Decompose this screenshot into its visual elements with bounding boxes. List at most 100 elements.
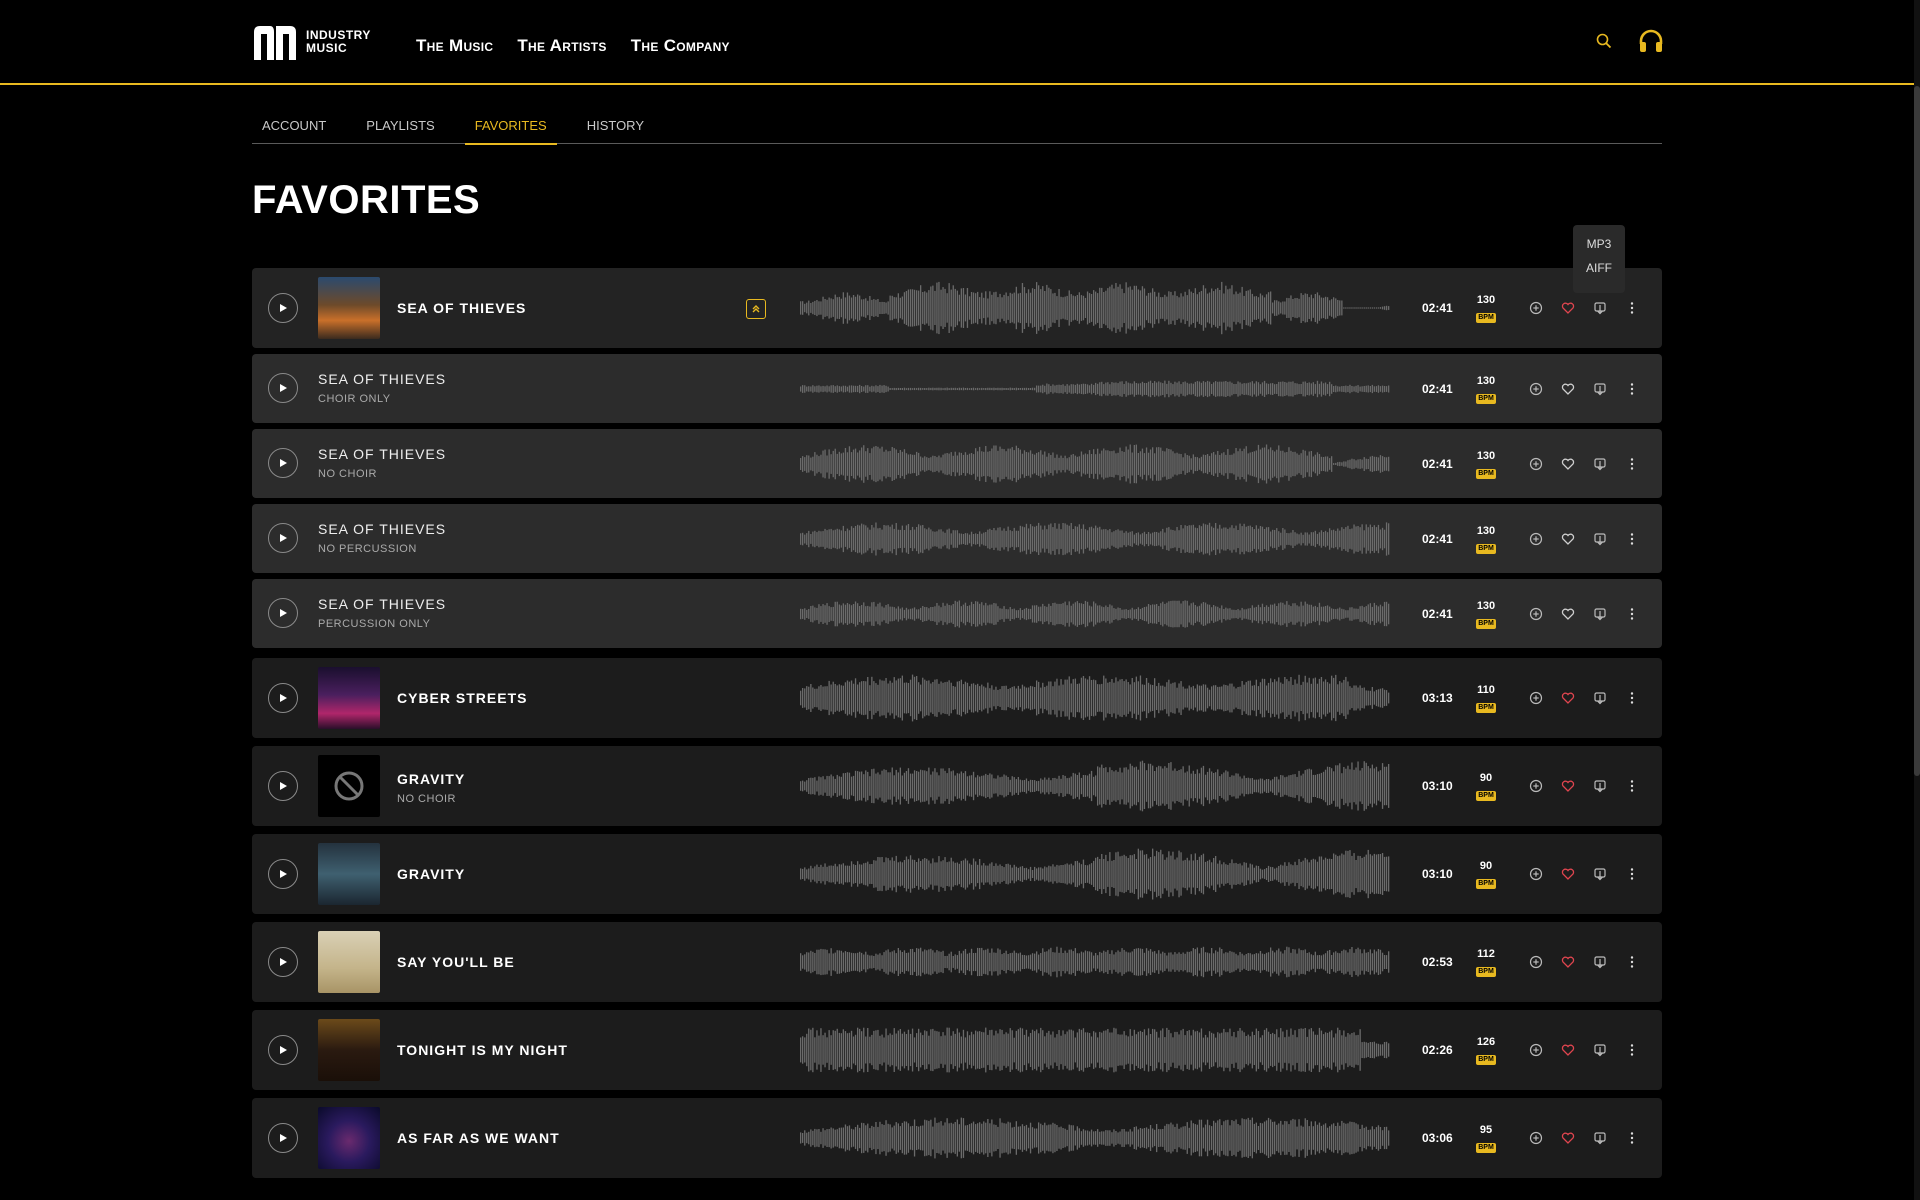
download-option-mp3[interactable]: MP3 <box>1573 237 1625 261</box>
heart-icon[interactable] <box>1560 866 1576 882</box>
waveform[interactable] <box>800 1022 1390 1078</box>
download-icon[interactable] <box>1592 1130 1608 1146</box>
play-button[interactable] <box>268 1123 298 1153</box>
more-options-icon[interactable] <box>1624 690 1640 706</box>
track-row[interactable]: SEA OF THIEVES 02:41 130 BPM <box>252 268 1662 348</box>
heart-icon[interactable] <box>1560 381 1576 397</box>
more-options-icon[interactable] <box>1624 300 1640 316</box>
add-to-playlist-icon[interactable] <box>1528 456 1544 472</box>
add-to-playlist-icon[interactable] <box>1528 1130 1544 1146</box>
track-title[interactable]: SEA OF THIEVES <box>318 371 446 387</box>
add-to-playlist-icon[interactable] <box>1528 606 1544 622</box>
heart-icon[interactable] <box>1560 778 1576 794</box>
download-icon[interactable] <box>1592 866 1608 882</box>
industry-music-logo[interactable]: INDUSTRY MUSIC <box>252 22 371 62</box>
more-options-icon[interactable] <box>1624 778 1640 794</box>
heart-icon[interactable] <box>1560 456 1576 472</box>
download-icon[interactable] <box>1592 300 1608 316</box>
play-button[interactable] <box>268 598 298 628</box>
add-to-playlist-icon[interactable] <box>1528 300 1544 316</box>
waveform[interactable] <box>800 280 1390 336</box>
more-options-icon[interactable] <box>1624 1042 1640 1058</box>
heart-icon[interactable] <box>1560 1130 1576 1146</box>
tab-account[interactable]: ACCOUNT <box>252 112 336 144</box>
track-version-row[interactable]: SEA OF THIEVES CHOIR ONLY 02:41 130 BPM <box>252 354 1662 423</box>
nav-the-company[interactable]: The Company <box>631 36 730 56</box>
heart-icon[interactable] <box>1560 300 1576 316</box>
waveform[interactable] <box>800 758 1390 814</box>
tab-playlists[interactable]: PLAYLISTS <box>356 112 444 144</box>
more-options-icon[interactable] <box>1624 606 1640 622</box>
track-title[interactable]: AS FAR AS WE WANT <box>397 1130 560 1146</box>
play-button[interactable] <box>268 771 298 801</box>
heart-icon[interactable] <box>1560 954 1576 970</box>
track-version-row[interactable]: SEA OF THIEVES PERCUSSION ONLY 02:41 130 BPM <box>252 579 1662 648</box>
more-options-icon[interactable] <box>1624 531 1640 547</box>
waveform[interactable] <box>800 511 1390 567</box>
heart-icon[interactable] <box>1560 531 1576 547</box>
tab-favorites[interactable]: FAVORITES <box>464 112 557 145</box>
waveform[interactable] <box>800 1110 1390 1166</box>
track-version-row[interactable]: SEA OF THIEVES NO PERCUSSION 02:41 130 BPM <box>252 504 1662 573</box>
page-scrollbar[interactable] <box>1914 0 1920 1200</box>
download-icon[interactable] <box>1592 531 1608 547</box>
track-row[interactable]: CYBER STREETS 03:13 110 BPM <box>252 658 1662 738</box>
headphones-icon[interactable] <box>1638 28 1664 54</box>
nav-the-artists[interactable]: The Artists <box>517 36 606 56</box>
more-options-icon[interactable] <box>1624 954 1640 970</box>
track-title[interactable]: SEA OF THIEVES <box>397 300 526 316</box>
scrollbar-thumb[interactable] <box>1914 86 1920 776</box>
add-to-playlist-icon[interactable] <box>1528 778 1544 794</box>
play-button[interactable] <box>268 683 298 713</box>
download-icon[interactable] <box>1592 1042 1608 1058</box>
add-to-playlist-icon[interactable] <box>1528 690 1544 706</box>
heart-icon[interactable] <box>1560 690 1576 706</box>
track-row[interactable]: SAY YOU'LL BE 02:53 112 BPM <box>252 922 1662 1002</box>
download-icon[interactable] <box>1592 456 1608 472</box>
track-version-row[interactable]: SEA OF THIEVES NO CHOIR 02:41 130 BPM <box>252 429 1662 498</box>
track-row[interactable]: GRAVITY 03:10 90 BPM <box>252 834 1662 914</box>
more-options-icon[interactable] <box>1624 456 1640 472</box>
add-to-playlist-icon[interactable] <box>1528 866 1544 882</box>
heart-icon[interactable] <box>1560 606 1576 622</box>
play-button[interactable] <box>268 448 298 478</box>
add-to-playlist-icon[interactable] <box>1528 531 1544 547</box>
play-button[interactable] <box>268 1035 298 1065</box>
waveform[interactable] <box>800 586 1390 642</box>
waveform[interactable] <box>800 361 1390 417</box>
waveform[interactable] <box>800 846 1390 902</box>
play-button[interactable] <box>268 947 298 977</box>
download-option-aiff[interactable]: AIFF <box>1573 261 1625 285</box>
track-row[interactable]: GRAVITY NO CHOIR 03:10 90 BPM <box>252 746 1662 826</box>
more-options-icon[interactable] <box>1624 866 1640 882</box>
track-title[interactable]: CYBER STREETS <box>397 690 527 706</box>
waveform[interactable] <box>800 436 1390 492</box>
add-to-playlist-icon[interactable] <box>1528 381 1544 397</box>
collapse-versions-icon[interactable] <box>746 299 766 319</box>
track-title[interactable]: TONIGHT IS MY NIGHT <box>397 1042 568 1058</box>
track-title[interactable]: SEA OF THIEVES <box>318 446 446 462</box>
add-to-playlist-icon[interactable] <box>1528 954 1544 970</box>
play-button[interactable] <box>268 373 298 403</box>
waveform[interactable] <box>800 670 1390 726</box>
waveform[interactable] <box>800 934 1390 990</box>
tab-history[interactable]: HISTORY <box>577 112 654 144</box>
download-icon[interactable] <box>1592 954 1608 970</box>
download-icon[interactable] <box>1592 381 1608 397</box>
track-row[interactable]: TONIGHT IS MY NIGHT 02:26 126 BPM <box>252 1010 1662 1090</box>
track-title[interactable]: SAY YOU'LL BE <box>397 954 515 970</box>
more-options-icon[interactable] <box>1624 381 1640 397</box>
play-button[interactable] <box>268 523 298 553</box>
track-title[interactable]: GRAVITY <box>397 866 465 882</box>
track-title[interactable]: SEA OF THIEVES <box>318 521 446 537</box>
nav-the-music[interactable]: The Music <box>416 36 493 56</box>
search-icon[interactable] <box>1596 33 1612 49</box>
more-options-icon[interactable] <box>1624 1130 1640 1146</box>
track-title[interactable]: GRAVITY <box>397 771 465 787</box>
play-button[interactable] <box>268 859 298 889</box>
download-icon[interactable] <box>1592 690 1608 706</box>
track-row[interactable]: AS FAR AS WE WANT 03:06 95 BPM <box>252 1098 1662 1178</box>
play-button[interactable] <box>268 293 298 323</box>
add-to-playlist-icon[interactable] <box>1528 1042 1544 1058</box>
track-title[interactable]: SEA OF THIEVES <box>318 596 446 612</box>
